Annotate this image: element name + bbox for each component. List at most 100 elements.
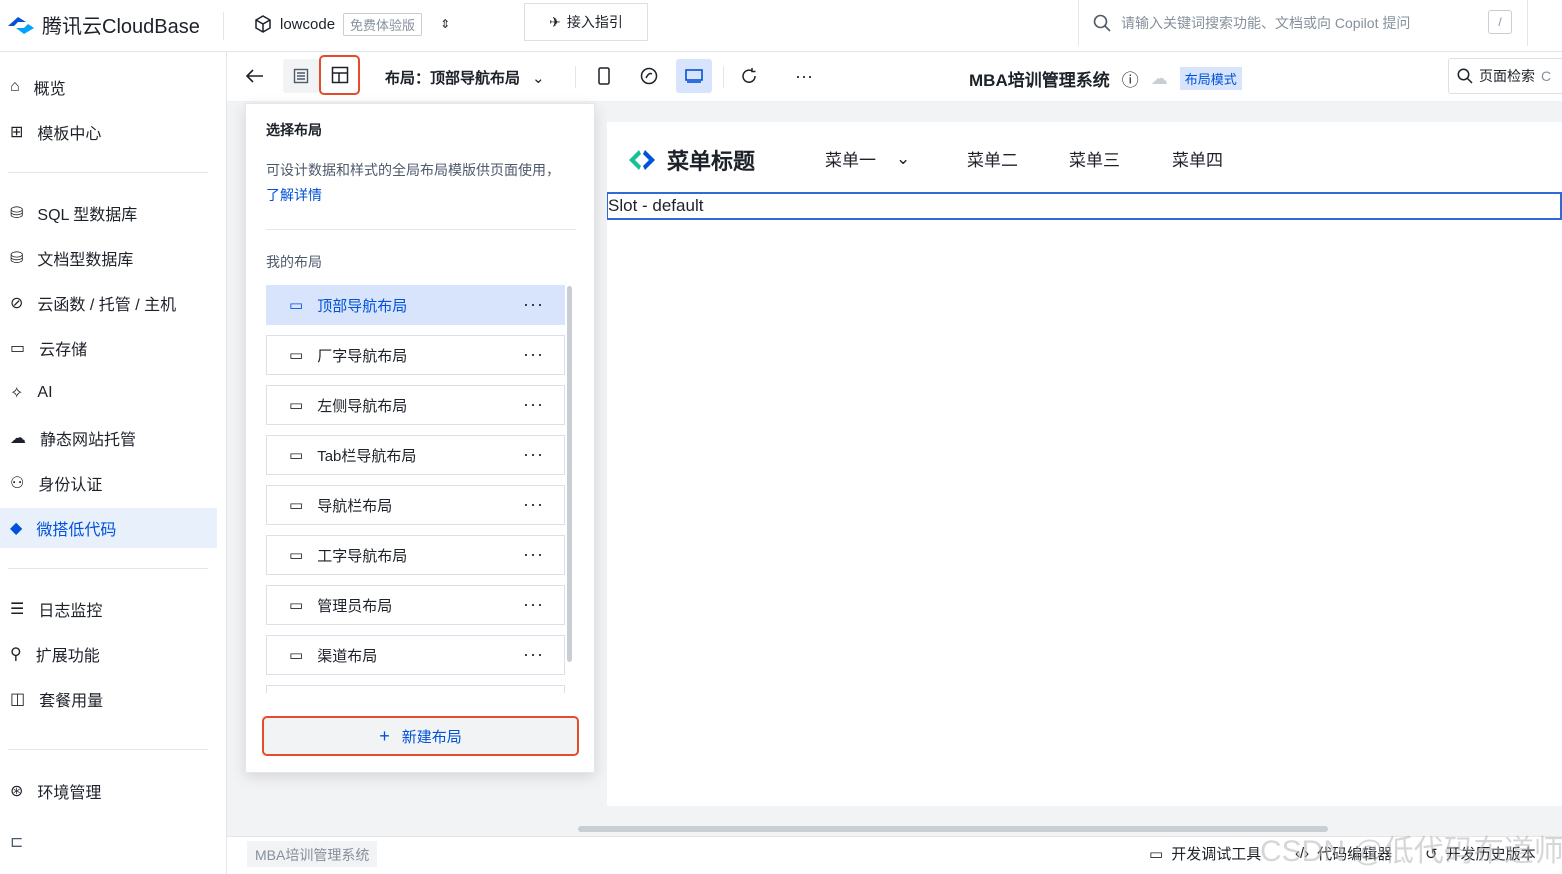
layout-window-icon: ▭ [289,647,304,664]
chevron-down-icon: ⌄ [896,148,911,168]
info-circle-icon[interactable]: ⓘ [1122,66,1139,91]
sidebar-item-doc-db[interactable]: ⛁ 文档型数据库 [0,238,217,278]
menu-title-text: 菜单标题 [667,149,756,174]
layout-item-chang-nav[interactable]: ▭ 厂字导航布局 ··· [266,335,565,375]
page-search-button[interactable]: 页面检索 C [1448,58,1562,94]
access-guide-button[interactable]: ✈ 接入指引 [524,3,648,41]
sidebar-item-label: 云函数 / 托管 / 主机 [37,297,177,314]
menu-item-1[interactable]: 菜单一 ⌄ [825,146,910,171]
sql-db-icon: ⛁ [10,205,24,222]
layout-window-icon: ▭ [289,347,304,364]
sidebar-item-env[interactable]: ⊛ 环境管理 [0,771,217,811]
layout-item-label: 渠道布局 [317,647,378,665]
sidebar-item-hosting[interactable]: ☁ 静态网站托管 [0,418,217,458]
page-list-icon[interactable] [283,59,319,93]
learn-more-link[interactable]: 了解详情 [266,187,322,203]
sidebar-item-functions[interactable]: ⊘ 云函数 / 托管 / 主机 [0,283,217,323]
sidebar-item-templates[interactable]: ⊞ 模板中心 [0,112,217,152]
layout-panel-icon[interactable] [319,55,360,95]
package-icon: ◫ [10,691,26,708]
desktop-view-icon[interactable] [676,59,712,93]
layout-item-tab-nav[interactable]: ▭ Tab栏导航布局 ··· [266,435,565,475]
layout-window-icon: ▭ [289,597,304,614]
panel-description-text: 可设计数据和样式的全局布局模版供页面使用， [266,162,560,178]
layout-item-label: 厂字导航布局 [317,347,408,365]
weda-logo-icon [629,150,655,170]
sidebar-item-label: 环境管理 [37,785,102,802]
updown-chevron-icon[interactable]: ⇕ [440,17,450,31]
menu-item-4[interactable]: 菜单四 [1172,146,1223,171]
hosting-icon: ☁ [10,430,26,447]
app-title: MBA培训管理系统 ⓘ ☁ 布局模式 [969,66,1242,91]
sidebar-item-ai[interactable]: ✧ AI [0,373,217,413]
sidebar-item-label: 日志监控 [38,603,103,620]
sidebar-item-lowcode[interactable]: ◆ 微搭低代码 [0,508,217,548]
sidebar-item-label: 概览 [33,81,66,98]
default-slot[interactable]: Slot - default [607,192,1562,220]
sidebar-item-label: 文档型数据库 [37,252,134,269]
function-icon: ⊘ [10,295,24,312]
miniprogram-view-icon[interactable] [631,59,667,93]
layout-item-top-nav[interactable]: ▭ 顶部导航布局 ··· [266,285,565,325]
env-switcher[interactable]: lowcode 免费体验版 ⇕ [254,12,450,36]
sidebar-item-logs[interactable]: ☰ 日志监控 [0,589,217,629]
brand-logo[interactable]: 腾讯云CloudBase [6,10,200,39]
more-icon[interactable]: ··· [523,444,544,465]
search-placeholder: 请输入关键词搜索功能、文档或向 Copilot 提问 [1121,15,1411,31]
layout-item-channel[interactable]: ▭ 渠道布局 ··· [266,635,565,675]
sidebar-item-overview[interactable]: ⌂ 概览 [0,67,217,107]
more-icon[interactable]: ··· [523,644,544,665]
toolbar-divider [723,66,724,88]
menu-item-3[interactable]: 菜单三 [1069,146,1120,171]
more-icon[interactable]: ··· [523,294,544,315]
more-icon[interactable]: ··· [523,494,544,515]
global-search[interactable]: 请输入关键词搜索功能、文档或向 Copilot 提问 [1078,0,1518,46]
more-icon[interactable]: ··· [523,394,544,415]
extension-icon: ⚲ [10,646,22,663]
sidebar-item-extensions[interactable]: ⚲ 扩展功能 [0,634,217,674]
panel-title: 选择布局 [266,122,322,138]
collapse-sidebar-icon[interactable]: ⊏ [10,832,23,852]
editor-toolbar: 布局：顶部导航布局 ⌄ ··· MBA培训管理系统 ⓘ ☁ 布局模式 页面检索 C [227,52,1562,102]
access-guide-label: 接入指引 [566,14,623,30]
menu-item-label: 菜单三 [1069,151,1120,170]
menu-item-2[interactable]: 菜单二 [967,146,1018,171]
env-name: lowcode [280,15,336,33]
horizontal-scrollbar[interactable] [578,826,1328,832]
menu-item-label: 菜单二 [967,151,1018,170]
layout-selector[interactable]: 布局：顶部导航布局 ⌄ [385,67,545,88]
layout-item-admin[interactable]: ▭ 管理员布局 ··· [266,585,565,625]
page-search-extra: C [1541,68,1552,84]
dev-tools-button[interactable]: ▭ 开发调试工具 [1149,843,1261,864]
search-icon [1093,14,1111,32]
layout-item-left-nav[interactable]: ▭ 左侧导航布局 ··· [266,385,565,425]
mobile-view-icon[interactable] [586,59,622,93]
app-title-text: MBA培训管理系统 [969,71,1110,90]
more-icon[interactable]: ··· [523,344,544,365]
panel-scrollbar[interactable] [567,286,572,662]
refresh-icon[interactable] [731,59,767,93]
more-icon[interactable]: ··· [523,594,544,615]
sidebar-item-auth[interactable]: ⚇ 身份认证 [0,463,217,503]
divider [1527,0,1528,46]
sidebar-divider [8,172,208,173]
sidebar-item-label: 静态网站托管 [40,432,137,449]
sidebar-item-label: 套餐用量 [39,693,104,710]
sidebar-item-sql-db[interactable]: ⛁ SQL 型数据库 [0,193,217,233]
layout-item-navbar[interactable]: ▭ 导航栏布局 ··· [266,485,565,525]
grid-icon: ⊞ [10,124,24,141]
new-layout-button[interactable]: + 新建布局 [262,716,579,756]
more-icon[interactable]: ··· [523,544,544,565]
app-tab[interactable]: MBA培训管理系统 [247,841,378,867]
design-canvas[interactable]: 菜单标题 菜单一 ⌄ 菜单二 菜单三 菜单四 Slot - default [607,122,1562,806]
lowcode-icon: ◆ [10,520,23,537]
layout-item-gong-nav[interactable]: ▭ 工字导航布局 ··· [266,535,565,575]
back-arrow-icon[interactable] [237,59,273,93]
sidebar: ⌂ 概览 ⊞ 模板中心 ⛁ SQL 型数据库 ⛁ 文档型数据库 ⊘ 云函数 / 托管 / … [0,52,227,874]
dev-tools-label: 开发调试工具 [1171,846,1262,863]
sidebar-item-package[interactable]: ◫ 套餐用量 [0,679,217,719]
layout-window-icon: ▭ [289,397,304,414]
more-icon[interactable]: ··· [786,59,822,93]
sidebar-item-storage[interactable]: ▭ 云存储 [0,328,217,368]
sidebar-item-label: SQL 型数据库 [37,207,138,224]
